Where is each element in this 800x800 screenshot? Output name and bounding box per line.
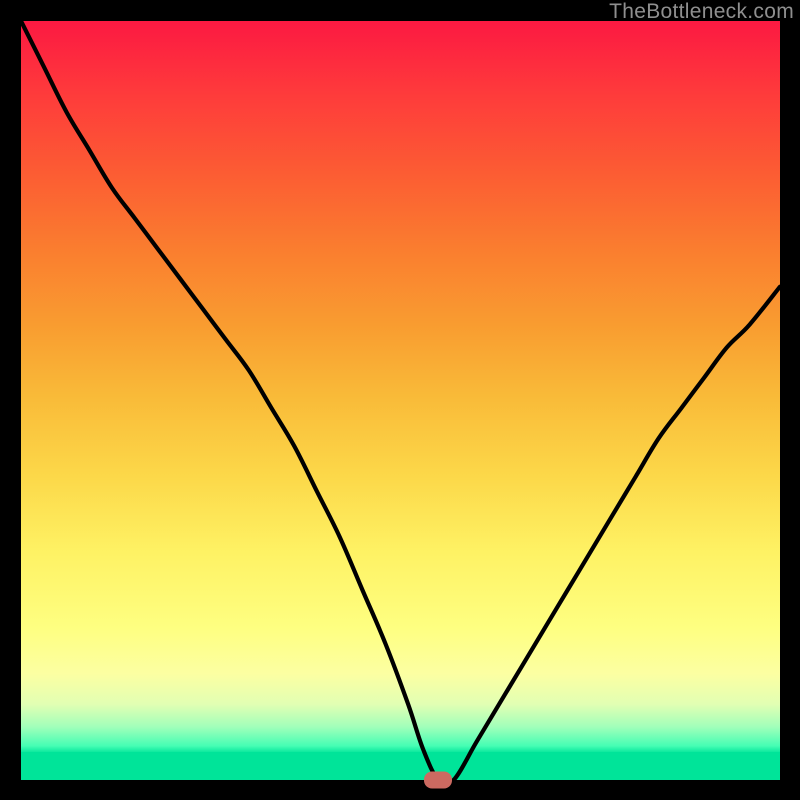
current-config-marker <box>424 772 452 789</box>
plot-area <box>21 21 780 780</box>
watermark-text: TheBottleneck.com <box>609 0 794 24</box>
bottleneck-curve <box>21 21 780 780</box>
bottleneck-chart: TheBottleneck.com <box>0 0 800 800</box>
optimal-zone-band <box>21 752 780 780</box>
